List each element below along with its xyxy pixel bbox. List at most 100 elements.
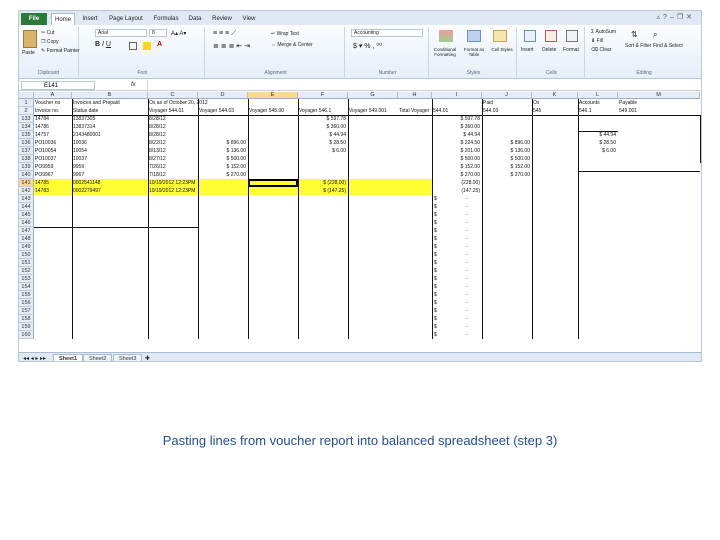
row-header-147[interactable]: 147 [19,227,34,235]
column-header-i[interactable]: I [432,92,482,99]
clear-button[interactable]: ⌫ Clear [591,47,611,53]
cell-j-139[interactable]: $ 152.00 [482,163,532,171]
cell-a-139[interactable]: PO9959 [34,163,72,171]
row-header-144[interactable]: 144 [19,203,34,211]
row-header-155[interactable]: 155 [19,291,34,299]
tab-view[interactable]: View [239,13,259,25]
format-as-table-button[interactable]: Format as Table [460,47,488,57]
number-format-select[interactable]: Accounting [351,29,423,37]
column-header-e[interactable]: E [248,92,298,99]
cell-f-133[interactable]: $ 597.78 [298,115,348,123]
conditional-formatting-button[interactable]: Conditional Formatting [431,47,459,57]
spreadsheet-grid[interactable]: A B C D E F G H I J K L M 1 Voucher no Invoices and Pre… [19,92,701,352]
bold-icon[interactable]: B [95,41,100,48]
cell-i-135[interactable]: $ 44.94 [432,131,482,139]
cell-styles-icon[interactable] [493,30,507,42]
row-header-137[interactable]: 137 [19,147,34,155]
format-button[interactable]: Format [563,47,579,53]
sheet-nav-arrows[interactable]: ◂◂ ◂ ▸ ▸▸ [23,355,46,361]
cell-i-141[interactable]: (228.00) [432,179,482,187]
cell-b-141[interactable]: 0002541148 [72,179,148,187]
cell-l-135[interactable]: $ 44.94 [578,131,618,139]
cell-c-134[interactable]: 8/28/12 [148,123,198,131]
cell-f-136[interactable]: $ 28.50 [298,139,348,147]
tab-insert[interactable]: Insert [79,13,101,25]
row-header-141[interactable]: 141 [19,179,34,187]
sort-filter-icon[interactable]: ⇅ [631,30,638,39]
cell-a-134[interactable]: 14786 [34,123,72,131]
cell-i-134[interactable]: $ 360.00 [432,123,482,131]
borders-icon[interactable] [129,42,137,50]
find-select-button[interactable]: Find & Select [653,43,683,49]
tab-file[interactable]: File [21,13,47,25]
row-header-139[interactable]: 139 [19,163,34,171]
cell-j-136[interactable]: $ 896.00 [482,139,532,147]
column-header-l[interactable]: L [578,92,618,99]
column-header-c[interactable]: C [148,92,198,99]
column-header-a[interactable]: A [34,92,72,99]
cell-b-139[interactable]: 9959 [72,163,148,171]
row-header-1[interactable]: 1 [19,99,34,107]
cell-a-136[interactable]: PO10036 [34,139,72,147]
column-header-g[interactable]: G [348,92,398,99]
row-header-133[interactable]: 133 [19,115,34,123]
cell-b-138[interactable]: 10037 [72,155,148,163]
row-header-138[interactable]: 138 [19,155,34,163]
insert-sheet-icon[interactable]: ✚ [145,355,150,361]
fill-color-icon[interactable] [143,42,151,50]
select-all-corner[interactable] [19,92,34,99]
cell-j-140[interactable]: $ 270.00 [482,171,532,179]
help-icon[interactable]: ? [663,14,670,21]
cell-i-138[interactable]: $ 500.00 [432,155,482,163]
sort-filter-button[interactable]: Sort & Filter [625,43,651,49]
cut-button[interactable]: ✂ Cut [41,30,54,36]
row-header-152[interactable]: 152 [19,267,34,275]
cell-c-138[interactable]: 8/27/12 [148,155,198,163]
cell-c-139[interactable]: 7/26/12 [148,163,198,171]
italic-icon[interactable]: I [102,41,104,48]
column-header-f[interactable]: F [298,92,348,99]
cell-a-140[interactable]: PO9967 [34,171,72,179]
cell-c-141[interactable]: 10/19/2012 12:23PM [148,179,198,187]
restore-icon[interactable]: ❐ [677,14,686,21]
cell-f-141[interactable]: $ (228.00) [298,179,348,187]
binoculars-icon[interactable]: ⌕ [653,30,657,40]
fill-button[interactable]: ⬇ Fill [591,38,603,44]
cell-styles-button[interactable]: Cell Styles [489,47,515,52]
tab-page-layout[interactable]: Page Layout [107,13,145,25]
column-header-b[interactable]: B [72,92,148,99]
format-painter-button[interactable]: ✎ Format Painter [41,48,80,54]
format-table-icon[interactable] [467,30,481,42]
row-header-142[interactable]: 142 [19,187,34,195]
fx-icon[interactable]: fx [131,82,136,88]
name-box[interactable]: E141 [21,81,95,90]
delete-button[interactable]: Delete [542,47,556,53]
tab-data[interactable]: Data [185,13,205,25]
active-cell-e141[interactable] [248,179,298,187]
column-header-m[interactable]: M [618,92,700,99]
vertical-align-icons[interactable]: ≡ ≡ ≡ ⟋ [213,30,236,38]
row-header-148[interactable]: 148 [19,235,34,243]
cell-j-138[interactable]: $ 500.00 [482,155,532,163]
row-header-159[interactable]: 159 [19,323,34,331]
cell-i-142[interactable]: (147.25) [432,187,482,195]
row-header-145[interactable]: 145 [19,211,34,219]
column-header-h[interactable]: H [398,92,432,99]
insert-cells-icon[interactable] [524,30,536,42]
font-name-select[interactable]: Arial [95,29,147,37]
minimize-icon[interactable]: – [670,14,677,21]
row-header-153[interactable]: 153 [19,275,34,283]
row-header-135[interactable]: 135 [19,131,34,139]
wrap-text-button[interactable]: ↵ Wrap Text [271,31,299,37]
row-header-134[interactable]: 134 [19,123,34,131]
cell-f-142[interactable]: $ (147.25) [298,187,348,195]
paste-icon[interactable] [23,30,37,48]
cell-b-137[interactable]: 10054 [72,147,148,155]
cell-i-136[interactable]: $ 224.50 [432,139,482,147]
cell-f-134[interactable]: $ 360.00 [298,123,348,131]
sheet-tab-3[interactable]: Sheet3 [113,354,143,361]
cell-d-138[interactable]: $ 500.00 [198,155,248,163]
cell-c-136[interactable]: 8/22/12 [148,139,198,147]
number-format-icons[interactable]: $ ▾ % , ⁰⁰ [353,42,382,50]
column-header-j[interactable]: J [482,92,532,99]
